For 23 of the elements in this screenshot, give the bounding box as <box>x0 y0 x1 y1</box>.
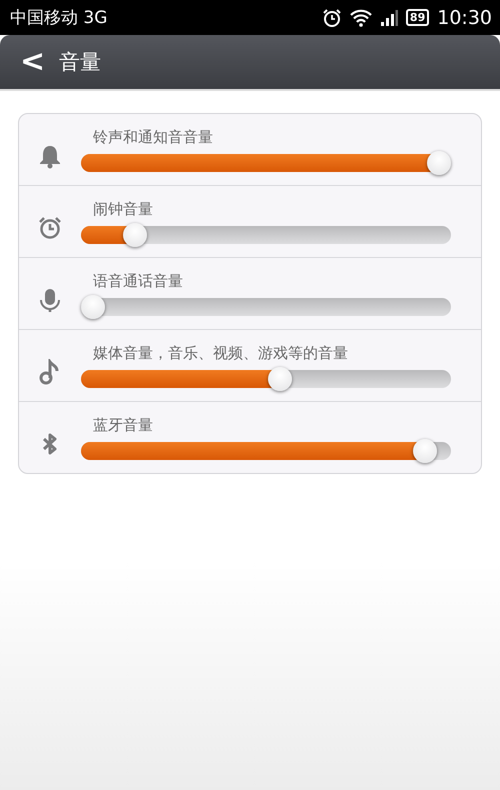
carrier-name: 中国移动 3G <box>10 7 108 29</box>
volume-label: 蓝牙音量 <box>93 416 153 434</box>
signal-icon <box>380 10 398 26</box>
back-button[interactable]: < <box>14 47 52 77</box>
volume-slider[interactable] <box>81 370 451 388</box>
volume-slider[interactable] <box>81 226 451 244</box>
volume-label: 语音通话音量 <box>93 272 183 290</box>
slider-thumb[interactable] <box>81 294 105 318</box>
slider-thumb[interactable] <box>122 222 147 246</box>
volume-label: 媒体音量，音乐、视频、游戏等的音量 <box>93 344 348 362</box>
alarm-clock-icon <box>322 8 342 28</box>
page-title: 音量 <box>59 49 102 76</box>
slider-thumb[interactable] <box>268 366 292 390</box>
slider-thumb[interactable] <box>427 150 451 174</box>
clock-time: 10:30 <box>437 6 492 28</box>
volume-label: 铃声和通知音音量 <box>93 128 213 146</box>
volume-slider[interactable] <box>81 298 451 316</box>
wifi-icon <box>350 8 372 26</box>
battery-level: 89 <box>406 9 430 26</box>
volume-label: 闹钟音量 <box>93 200 153 218</box>
slider-thumb[interactable] <box>413 438 438 462</box>
microphone-icon <box>37 286 63 312</box>
alarm-clock-icon <box>37 214 63 240</box>
